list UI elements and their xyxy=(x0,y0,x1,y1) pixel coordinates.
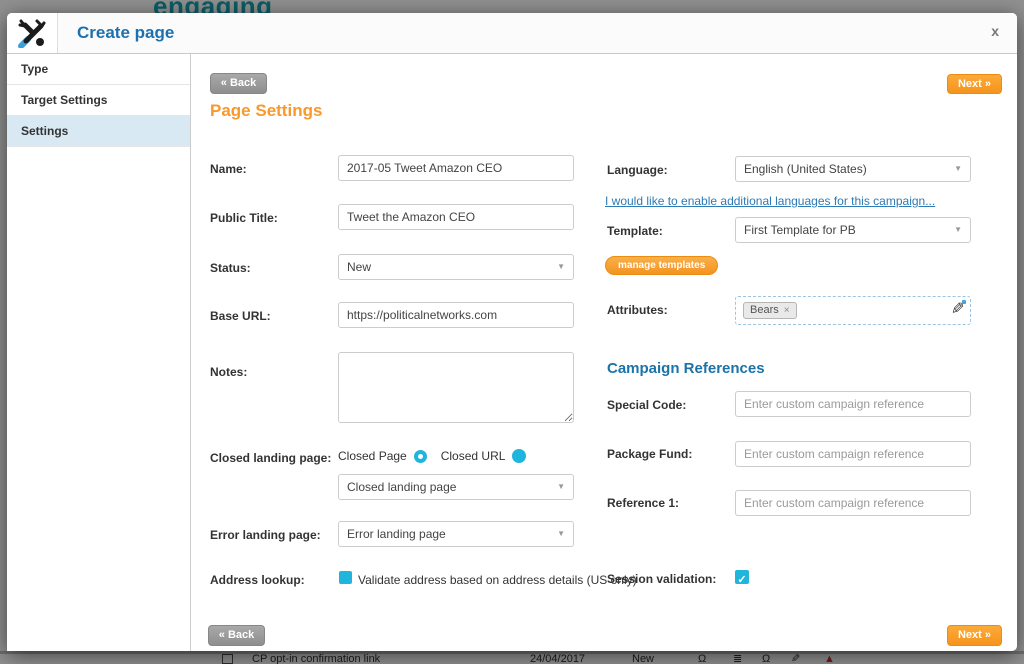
modal-sidebar: Type Target Settings Settings xyxy=(7,54,191,651)
language-select-value: English (United States) xyxy=(744,162,867,176)
error-landing-label: Error landing page: xyxy=(210,528,321,542)
base-url-label: Base URL: xyxy=(210,309,271,323)
radio-dot xyxy=(418,454,423,459)
page-settings-heading: Page Settings xyxy=(210,101,322,121)
reference-1-input[interactable] xyxy=(735,490,971,516)
public-title-label: Public Title: xyxy=(210,211,278,225)
create-page-modal: Create page x Type Target Settings Setti… xyxy=(7,13,1017,651)
next-chevron-icon: » xyxy=(985,629,991,641)
back-chevron-icon: « xyxy=(219,629,225,641)
sidebar-item-type[interactable]: Type xyxy=(7,54,190,85)
closed-page-radio-label: Closed Page xyxy=(338,449,407,463)
back-button-top[interactable]: « Back xyxy=(210,73,267,94)
campaign-references-heading: Campaign References xyxy=(607,360,765,377)
check-icon: ✓ xyxy=(737,574,746,586)
session-validation-label: Session validation: xyxy=(607,572,716,586)
chevron-down-icon: ▼ xyxy=(954,218,962,242)
public-title-input[interactable] xyxy=(338,204,574,230)
attributes-label: Attributes: xyxy=(607,303,668,317)
tag-remove-icon[interactable]: × xyxy=(784,305,790,316)
package-fund-input[interactable] xyxy=(735,441,971,467)
notes-textarea[interactable] xyxy=(338,352,574,423)
error-landing-select[interactable]: Error landing page ▼ xyxy=(338,521,574,547)
chevron-down-icon: ▼ xyxy=(954,157,962,181)
next-label: Next xyxy=(958,78,982,90)
address-lookup-checkbox-label: Validate address based on address detail… xyxy=(358,573,637,587)
base-url-input[interactable] xyxy=(338,302,574,328)
special-code-label: Special Code: xyxy=(607,398,686,412)
closed-landing-select-value: Closed landing page xyxy=(347,480,456,494)
back-label: Back xyxy=(230,77,256,89)
pencil-tip-accent xyxy=(962,300,966,304)
notes-label: Notes: xyxy=(210,365,247,379)
tools-icon-cell xyxy=(7,13,58,53)
next-button-top[interactable]: Next » xyxy=(947,74,1002,94)
manage-templates-button[interactable]: manage templates xyxy=(605,256,718,275)
chevron-down-icon: ▼ xyxy=(557,475,565,499)
modal-title: Create page xyxy=(77,13,174,53)
next-chevron-icon: » xyxy=(985,78,991,90)
back-label: Back xyxy=(228,629,254,641)
special-code-input[interactable] xyxy=(735,391,971,417)
reference-1-label: Reference 1: xyxy=(607,496,679,510)
template-label: Template: xyxy=(607,224,663,238)
next-label: Next xyxy=(958,629,982,641)
status-select-value: New xyxy=(347,260,371,274)
address-lookup-checkbox[interactable] xyxy=(339,571,352,584)
name-input[interactable] xyxy=(338,155,574,181)
back-button-bottom[interactable]: « Back xyxy=(208,625,265,646)
close-icon[interactable]: x xyxy=(991,23,999,39)
template-select-value: First Template for PB xyxy=(744,223,856,237)
address-lookup-label: Address lookup: xyxy=(210,573,305,587)
additional-languages-link[interactable]: I would like to enable additional langua… xyxy=(605,194,935,208)
name-label: Name: xyxy=(210,162,247,176)
closed-url-radio[interactable] xyxy=(512,449,526,463)
closed-landing-select[interactable]: Closed landing page ▼ xyxy=(338,474,574,500)
status-select[interactable]: New ▼ xyxy=(338,254,574,280)
closed-landing-label: Closed landing page: xyxy=(210,451,331,465)
tools-icon xyxy=(17,18,47,48)
next-button-bottom[interactable]: Next » xyxy=(947,625,1002,646)
closed-page-radio[interactable] xyxy=(414,450,427,463)
attributes-box[interactable]: Bears× ✎ xyxy=(735,296,971,325)
modal-header: Create page x xyxy=(7,13,1017,54)
language-label: Language: xyxy=(607,163,668,177)
screen: engaging CP opt-in confirmation link 24/… xyxy=(0,0,1024,664)
status-label: Status: xyxy=(210,261,251,275)
error-landing-select-value: Error landing page xyxy=(347,527,446,541)
template-select[interactable]: First Template for PB ▼ xyxy=(735,217,971,243)
session-validation-checkbox[interactable]: ✓ xyxy=(735,570,749,584)
back-chevron-icon: « xyxy=(221,77,227,89)
package-fund-label: Package Fund: xyxy=(607,447,692,461)
sidebar-item-settings[interactable]: Settings xyxy=(7,116,190,147)
attribute-tag-label: Bears xyxy=(750,304,779,316)
closed-url-radio-label: Closed URL xyxy=(441,449,506,463)
language-select[interactable]: English (United States) ▼ xyxy=(735,156,971,182)
chevron-down-icon: ▼ xyxy=(557,522,565,546)
chevron-down-icon: ▼ xyxy=(557,255,565,279)
closed-landing-radio-group: Closed Page Closed URL xyxy=(338,449,526,463)
attribute-tag[interactable]: Bears × xyxy=(743,302,797,319)
sidebar-item-target-settings[interactable]: Target Settings xyxy=(7,85,190,116)
